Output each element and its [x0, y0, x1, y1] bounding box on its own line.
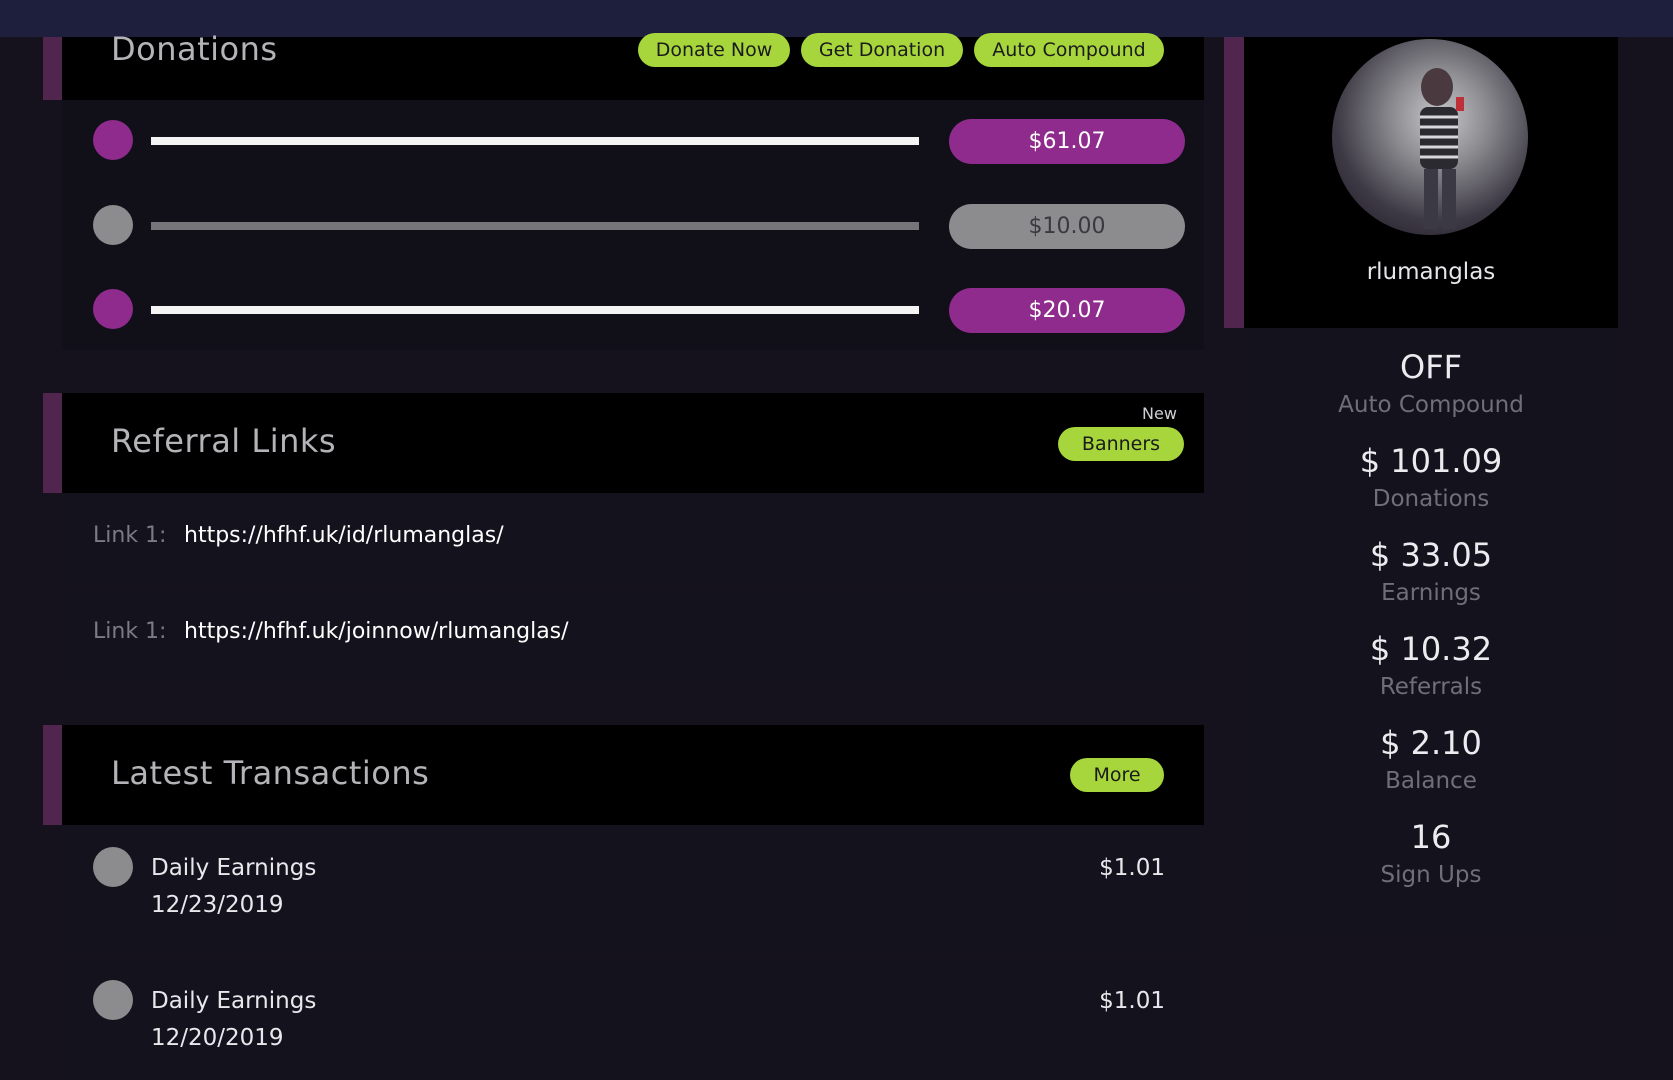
donation-amount: $61.07 — [949, 119, 1185, 164]
transaction-row: Daily Earnings 12/20/2019 $1.01 — [62, 958, 1204, 1080]
referral-link-row: Link 1: https://hfhf.uk/id/rlumanglas/ — [62, 493, 1204, 583]
transaction-amount: $1.01 — [1099, 855, 1165, 881]
avatar-photo-icon — [1420, 68, 1464, 229]
avatar[interactable] — [1332, 39, 1528, 235]
donations-header: Donations Donate Now Get Donation Auto C… — [43, 30, 1204, 100]
new-badge: New — [1142, 404, 1177, 423]
earnings-total: $ 33.05 — [1369, 536, 1493, 574]
donation-amount: $10.00 — [949, 204, 1185, 249]
get-donation-button[interactable]: Get Donation — [801, 33, 963, 67]
auto-compound-label: Auto Compound — [1338, 392, 1524, 418]
progress-track — [151, 137, 919, 145]
profile-username: rlumanglas — [1366, 259, 1496, 285]
balance-total: $ 2.10 — [1380, 724, 1482, 762]
referral-header: Referral Links New Banners — [43, 393, 1204, 493]
referral-link[interactable]: https://hfhf.uk/joinnow/rlumanglas/ — [184, 619, 569, 644]
donation-row[interactable]: $20.07 — [62, 269, 1204, 349]
transaction-icon — [93, 847, 133, 887]
transaction-row: Daily Earnings 12/23/2019 $1.01 — [62, 825, 1204, 950]
donations-label: Donations — [1372, 486, 1490, 512]
link-label: Link 1: — [93, 523, 167, 548]
referral-title: Referral Links — [111, 422, 337, 460]
balance-label: Balance — [1385, 768, 1477, 794]
referral-link-row: Link 1: https://hfhf.uk/joinnow/rlumangl… — [62, 589, 1204, 679]
transaction-title: Daily Earnings — [151, 988, 317, 1014]
donate-now-button[interactable]: Donate Now — [638, 33, 790, 67]
status-dot — [93, 120, 133, 160]
transaction-title: Daily Earnings — [151, 855, 317, 881]
more-button[interactable]: More — [1070, 758, 1164, 792]
referral-link[interactable]: https://hfhf.uk/id/rlumanglas/ — [184, 523, 504, 548]
status-dot — [93, 205, 133, 245]
profile-card: rlumanglas — [1244, 37, 1618, 328]
link-label: Link 1: — [93, 619, 167, 644]
donation-row[interactable]: $61.07 — [62, 100, 1204, 180]
progress-track — [151, 306, 919, 314]
donations-total: $ 101.09 — [1359, 442, 1503, 480]
profile-accent-bar — [1224, 37, 1244, 328]
earnings-label: Earnings — [1381, 580, 1481, 606]
transaction-date: 12/20/2019 — [151, 1025, 284, 1051]
donation-row[interactable]: $10.00 — [62, 185, 1204, 265]
signups-total: 16 — [1410, 818, 1452, 856]
referrals-label: Referrals — [1379, 674, 1483, 700]
auto-compound-status: OFF — [1400, 348, 1462, 386]
transaction-amount: $1.01 — [1099, 988, 1165, 1014]
progress-track — [151, 222, 919, 230]
transactions-header: Latest Transactions More — [43, 725, 1204, 825]
status-dot — [93, 289, 133, 329]
transaction-icon — [93, 980, 133, 1020]
donations-title: Donations — [111, 30, 278, 68]
stats-card: OFF Auto Compound $ 101.09 Donations $ 3… — [1244, 328, 1618, 938]
auto-compound-button[interactable]: Auto Compound — [974, 33, 1164, 67]
referrals-total: $ 10.32 — [1369, 630, 1493, 668]
donation-amount: $20.07 — [949, 288, 1185, 333]
transaction-date: 12/23/2019 — [151, 892, 284, 918]
transactions-title: Latest Transactions — [111, 754, 430, 792]
signups-label: Sign Ups — [1380, 862, 1482, 888]
banners-button[interactable]: Banners — [1058, 427, 1184, 461]
